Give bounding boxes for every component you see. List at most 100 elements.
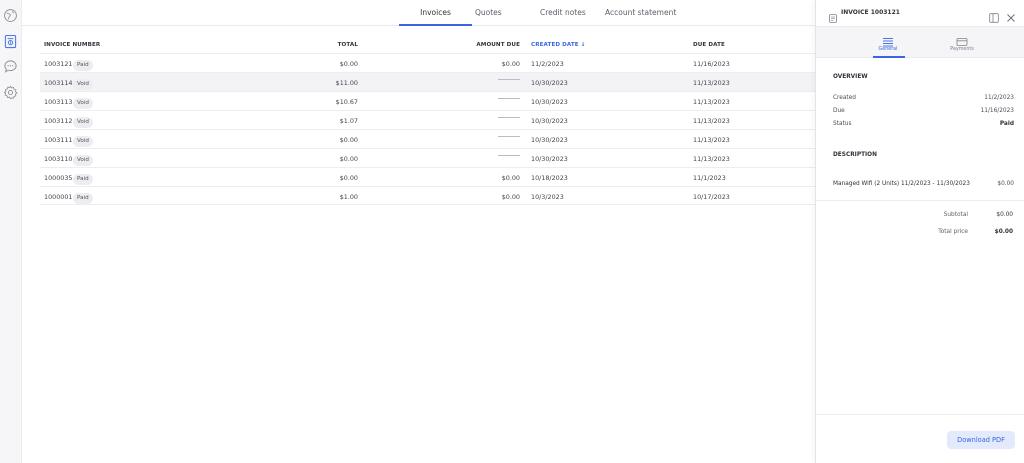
download-pdf-button[interactable]: Download PDF <box>947 431 1015 449</box>
total-price-label: Total price <box>938 229 968 235</box>
invoice-number[interactable]: 1000001 <box>44 193 72 201</box>
overview-status: Status Paid <box>833 121 1014 131</box>
tab-credit-notes[interactable]: Credit notes <box>540 8 586 17</box>
overview-created: Created 11/2/2023 <box>833 95 1014 105</box>
created-date: 10/30/2023 <box>531 117 568 125</box>
created-label: Created <box>833 95 856 101</box>
document-tabs: Invoices Quotes Credit notes Account sta… <box>22 0 815 26</box>
status-badge: Void <box>73 79 93 90</box>
due-date: 10/17/2023 <box>693 193 730 201</box>
line-item-amount: $0.00 <box>997 181 1014 187</box>
due-date: 11/13/2023 <box>693 79 730 87</box>
panel-title: INVOICE 1003121 <box>841 9 900 16</box>
credit-card-icon <box>956 32 968 46</box>
left-rail <box>0 0 22 463</box>
invoices-table: INVOICE NUMBER TOTAL AMOUNT DUE CREATED … <box>40 37 815 205</box>
table-row[interactable]: 1003114 Void $11.00 10/30/2023 11/13/2023 <box>40 72 815 91</box>
status-label: Status <box>833 121 852 127</box>
amount-due-empty-dash <box>498 98 520 99</box>
table-row[interactable]: 1000035 Paid $0.00 $0.00 10/18/2023 11/1/2023 <box>40 167 815 186</box>
total-amount: $11.00 <box>335 79 358 87</box>
invoice-number[interactable]: 1003111 <box>44 136 72 144</box>
globe-icon[interactable] <box>3 8 18 23</box>
due-date: 11/13/2023 <box>693 136 730 144</box>
total-amount: $1.07 <box>339 117 358 125</box>
amount-due: $0.00 <box>501 193 520 201</box>
total-amount: $0.00 <box>339 60 358 68</box>
status-badge: Void <box>73 117 93 128</box>
table-row[interactable]: 1003121 Paid $0.00 $0.00 11/2/2023 11/16/2023 <box>40 53 815 72</box>
invoice-number[interactable]: 1003121 <box>44 60 72 68</box>
status-badge: Paid <box>73 174 93 185</box>
line-item-divider <box>816 200 1024 201</box>
panel-active-tab-indicator <box>873 56 905 58</box>
tab-invoices[interactable]: Invoices <box>400 8 471 17</box>
tab-account-statement[interactable]: Account statement <box>605 8 676 17</box>
amount-due: $0.00 <box>501 174 520 182</box>
document-icon <box>829 8 837 23</box>
subtotal-row: Subtotal $0.00 <box>893 212 1013 222</box>
header-amount-due[interactable]: AMOUNT DUE <box>476 42 520 48</box>
invoice-number[interactable]: 1000035 <box>44 174 72 182</box>
tab-payments-label: Payments <box>950 47 974 52</box>
due-value: 11/16/2023 <box>980 108 1014 114</box>
amount-due-empty-dash <box>498 79 520 80</box>
status-value: Paid <box>999 121 1014 127</box>
tab-quotes[interactable]: Quotes <box>475 8 502 17</box>
amount-due-empty-dash <box>498 117 520 118</box>
header-due-date[interactable]: DUE DATE <box>693 42 725 48</box>
overview-heading: OVERVIEW <box>833 74 868 80</box>
header-invoice-number[interactable]: INVOICE NUMBER <box>44 42 100 48</box>
due-date: 11/1/2023 <box>693 174 726 182</box>
due-date: 11/13/2023 <box>693 155 730 163</box>
table-row[interactable]: 1003112 Void $1.07 10/30/2023 11/13/2023 <box>40 110 815 129</box>
total-amount: $1.00 <box>339 193 358 201</box>
list-icon <box>882 32 894 47</box>
table-row[interactable]: 1003113 Void $10.67 10/30/2023 11/13/2023 <box>40 91 815 110</box>
settings-icon[interactable] <box>3 85 18 100</box>
table-row[interactable]: 1000001 Paid $1.00 $0.00 10/3/2023 10/17/2023 <box>40 186 815 205</box>
due-label: Due <box>833 108 845 114</box>
total-price-value: $0.00 <box>994 229 1013 235</box>
status-badge: Void <box>73 136 93 147</box>
tab-payments[interactable]: Payments <box>910 27 1014 58</box>
subtotal-value: $0.00 <box>996 212 1013 218</box>
close-icon[interactable] <box>1006 8 1016 22</box>
active-tab-indicator <box>399 24 472 26</box>
description-heading: DESCRIPTION <box>833 152 877 158</box>
invoice-number[interactable]: 1003112 <box>44 117 72 125</box>
created-date: 10/18/2023 <box>531 174 568 182</box>
overview-due: Due 11/16/2023 <box>833 108 1014 118</box>
chat-icon[interactable] <box>3 59 18 74</box>
panel-footer-divider <box>816 414 1024 415</box>
invoice-number[interactable]: 1003113 <box>44 98 72 106</box>
created-date: 10/30/2023 <box>531 79 568 87</box>
total-amount: $0.00 <box>339 155 358 163</box>
status-badge: Paid <box>73 60 93 71</box>
table-row[interactable]: 1003111 Void $0.00 10/30/2023 11/13/2023 <box>40 129 815 148</box>
invoice-number[interactable]: 1003110 <box>44 155 72 163</box>
created-date: 10/30/2023 <box>531 98 568 106</box>
total-amount: $0.00 <box>339 136 358 144</box>
header-created-date[interactable]: CREATED DATE ↓ <box>531 42 586 48</box>
status-badge: Void <box>73 155 93 166</box>
created-date: 10/3/2023 <box>531 193 564 201</box>
table-row[interactable]: 1003110 Void $0.00 10/30/2023 11/13/2023 <box>40 148 815 167</box>
sidebar-toggle-icon[interactable] <box>989 8 999 23</box>
invoice-icon[interactable] <box>3 34 18 49</box>
amount-due-empty-dash <box>498 136 520 137</box>
table-header: INVOICE NUMBER TOTAL AMOUNT DUE CREATED … <box>40 37 815 53</box>
total-amount: $0.00 <box>339 174 358 182</box>
header-total[interactable]: TOTAL <box>338 42 358 48</box>
due-date: 11/13/2023 <box>693 98 730 106</box>
subtotal-label: Subtotal <box>943 212 968 218</box>
created-value: 11/2/2023 <box>984 95 1014 101</box>
amount-due: $0.00 <box>501 60 520 68</box>
invoice-number[interactable]: 1003114 <box>44 79 72 87</box>
created-date: 11/2/2023 <box>531 60 564 68</box>
amount-due-empty-dash <box>498 155 520 156</box>
invoice-detail-panel: INVOICE 1003121 General Payments OVERVIE… <box>815 0 1024 463</box>
line-item-label: Managed Wifi (2 Units) 11/2/2023 - 11/30… <box>833 181 970 187</box>
created-date: 10/30/2023 <box>531 136 568 144</box>
created-date: 10/30/2023 <box>531 155 568 163</box>
